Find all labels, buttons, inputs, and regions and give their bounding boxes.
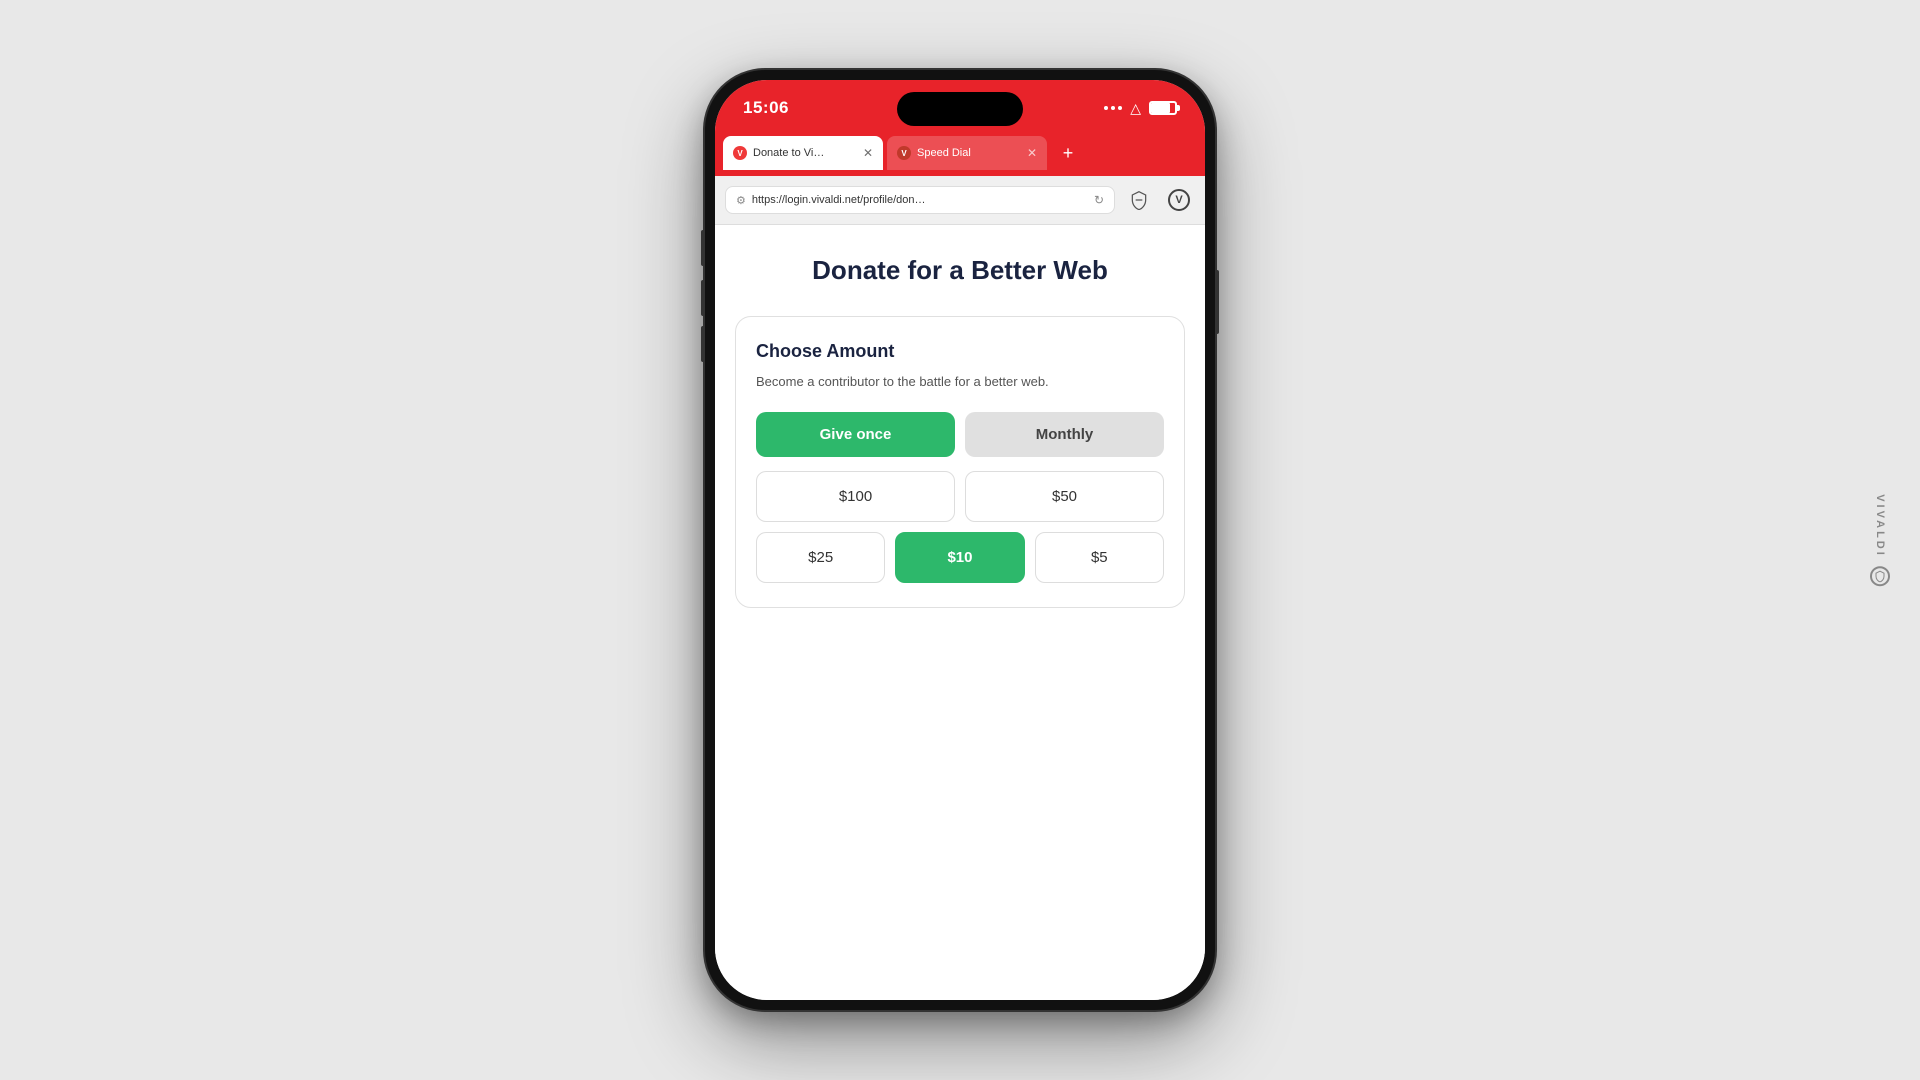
tab-donate[interactable]: V Donate to Vi… ✕ xyxy=(723,136,883,170)
amount-25-button[interactable]: $25 xyxy=(756,532,885,583)
donate-card: Choose Amount Become a contributor to th… xyxy=(735,316,1185,608)
status-icons: △ xyxy=(1104,100,1177,117)
page-title: Donate for a Better Web xyxy=(735,255,1185,286)
card-description: Become a contributor to the battle for a… xyxy=(756,372,1164,392)
amount-50-button[interactable]: $50 xyxy=(965,471,1164,522)
amount-grid-row1: $100 $50 xyxy=(756,471,1164,522)
battery-icon xyxy=(1149,101,1177,115)
url-text: https://login.vivaldi.net/profile/don… xyxy=(752,194,1088,206)
reload-icon[interactable]: ↻ xyxy=(1094,193,1104,207)
wifi-icon: △ xyxy=(1130,100,1141,117)
new-tab-button[interactable]: + xyxy=(1053,138,1083,168)
card-title: Choose Amount xyxy=(756,341,1164,362)
vivaldi-tab-icon-1: V xyxy=(733,146,747,160)
give-once-button[interactable]: Give once xyxy=(756,412,955,457)
browser-tabs: V Donate to Vi… ✕ V Speed Dial ✕ + xyxy=(715,136,1205,176)
amount-grid-row2: $25 $10 $5 xyxy=(756,532,1164,583)
vivaldi-brand-text: VIVALDI xyxy=(1874,494,1886,558)
amount-100-button[interactable]: $100 xyxy=(756,471,955,522)
tab-donate-close[interactable]: ✕ xyxy=(863,146,873,160)
lock-icon: ⚙ xyxy=(736,194,746,207)
vivaldi-watermark: VIVALDI xyxy=(1870,494,1890,586)
url-bar-container: ⚙ https://login.vivaldi.net/profile/don…… xyxy=(715,176,1205,225)
tab-speed-dial[interactable]: V Speed Dial ✕ xyxy=(887,136,1047,170)
shield-button[interactable] xyxy=(1123,184,1155,216)
phone-screen: 15:06 △ V Donate xyxy=(715,80,1205,1000)
status-time: 15:06 xyxy=(743,98,789,118)
signal-icon xyxy=(1104,106,1122,110)
tab-donate-label: Donate to Vi… xyxy=(753,147,857,159)
dynamic-island xyxy=(897,92,1023,126)
tab-speed-dial-label: Speed Dial xyxy=(917,147,1021,159)
monthly-button[interactable]: Monthly xyxy=(965,412,1164,457)
url-bar[interactable]: ⚙ https://login.vivaldi.net/profile/don…… xyxy=(725,186,1115,214)
page-content: Donate for a Better Web Choose Amount Be… xyxy=(715,225,1205,1000)
vivaldi-menu-button[interactable]: V xyxy=(1163,184,1195,216)
status-bar: 15:06 △ xyxy=(715,80,1205,136)
tab-speed-dial-close[interactable]: ✕ xyxy=(1027,146,1037,160)
phone-container: 15:06 △ V Donate xyxy=(705,70,1215,1010)
vivaldi-logo xyxy=(1870,566,1890,586)
amount-10-button[interactable]: $10 xyxy=(895,532,1024,583)
frequency-buttons: Give once Monthly xyxy=(756,412,1164,457)
amount-5-button[interactable]: $5 xyxy=(1035,532,1164,583)
vivaldi-tab-icon-2: V xyxy=(897,146,911,160)
